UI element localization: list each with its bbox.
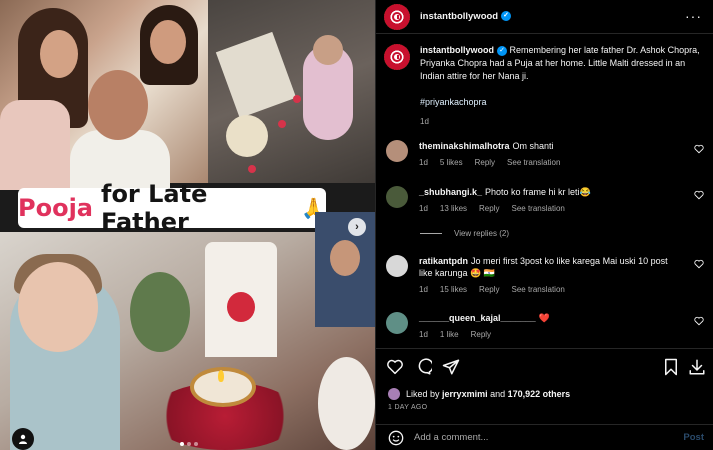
action-bar bbox=[376, 348, 713, 384]
post-title-banner: Pooja for Late Father 🙏 bbox=[18, 180, 326, 236]
likes-user[interactable]: jerryxmimi bbox=[442, 389, 488, 399]
comment-likes[interactable]: 5 likes bbox=[440, 157, 463, 169]
comment-item: theminakshimalhotra Om shanti 1d 5 likes … bbox=[386, 140, 708, 169]
heart-icon[interactable] bbox=[694, 144, 704, 154]
post-header: instantbollywood ✓ ··· bbox=[376, 0, 713, 34]
see-translation-button[interactable]: See translation bbox=[511, 203, 564, 215]
see-translation-button[interactable]: See translation bbox=[507, 157, 560, 169]
comment-item: ______queen_kajal_______ ❤️ 1d 1 like Rep… bbox=[386, 312, 708, 341]
user-icon bbox=[19, 434, 27, 444]
verified-badge-icon: ✓ bbox=[497, 45, 507, 56]
heart-icon[interactable] bbox=[694, 316, 704, 326]
post-comment-button[interactable]: Post bbox=[683, 432, 704, 443]
add-comment-bar: Post bbox=[376, 424, 713, 450]
carousel-dot bbox=[194, 442, 198, 446]
reply-button[interactable]: Reply bbox=[479, 284, 499, 296]
post-media[interactable]: Pooja for Late Father 🙏 › bbox=[0, 0, 375, 450]
avatar bbox=[388, 388, 400, 400]
heart-icon[interactable] bbox=[694, 259, 704, 269]
reply-button[interactable]: Reply bbox=[471, 329, 491, 341]
likes-summary[interactable]: Liked by jerryxmimi and 170,922 others bbox=[388, 388, 570, 400]
heart-icon[interactable] bbox=[386, 358, 404, 376]
carousel-dot bbox=[187, 442, 191, 446]
download-icon[interactable] bbox=[688, 358, 706, 376]
comment-likes[interactable]: 15 likes bbox=[440, 284, 467, 296]
hashtag-link[interactable]: #priyankachopra bbox=[420, 96, 706, 109]
heart-icon[interactable] bbox=[694, 190, 704, 200]
comment-input[interactable] bbox=[414, 432, 664, 443]
likes-middle: and bbox=[490, 389, 506, 399]
title-rest: for Late Father bbox=[101, 180, 208, 236]
comment-time: 1d bbox=[419, 204, 428, 213]
reply-button[interactable]: Reply bbox=[475, 157, 495, 169]
title-accent-word: Pooja bbox=[18, 194, 93, 222]
likes-count[interactable]: 170,922 others bbox=[508, 389, 571, 399]
comment-time: 1d bbox=[419, 330, 428, 339]
family-photo bbox=[0, 0, 208, 190]
avatar[interactable] bbox=[384, 3, 410, 30]
avatar[interactable] bbox=[384, 44, 410, 70]
carousel-dot bbox=[180, 442, 184, 446]
avatar[interactable] bbox=[386, 255, 408, 277]
comment-username[interactable]: ratikantpdn bbox=[419, 256, 468, 266]
shrine-photo bbox=[0, 212, 375, 450]
emoji-icon[interactable] bbox=[388, 430, 404, 446]
share-icon[interactable] bbox=[442, 358, 460, 376]
comment-text: Photo ko frame hi kr leti😂 bbox=[485, 187, 591, 197]
comment-username[interactable]: ______queen_kajal_______ bbox=[419, 313, 536, 323]
avatar[interactable] bbox=[386, 140, 408, 162]
comment-time: 1d bbox=[419, 285, 428, 294]
comment-username[interactable]: theminakshimalhotra bbox=[419, 141, 510, 151]
comment-text: ❤️ bbox=[538, 313, 550, 323]
see-translation-button[interactable]: See translation bbox=[511, 284, 564, 296]
more-horizontal-icon[interactable]: ··· bbox=[685, 8, 702, 24]
verified-badge-icon: ✓ bbox=[501, 11, 512, 22]
comment-time: 1d bbox=[419, 158, 428, 167]
view-replies-button[interactable]: View replies (2) bbox=[420, 229, 509, 238]
carousel-dots bbox=[180, 442, 198, 446]
puja-floor-photo bbox=[208, 0, 375, 183]
comment-item: _shubhangi.k_ Photo ko frame hi kr leti😂 … bbox=[386, 186, 708, 215]
header-username[interactable]: instantbollywood ✓ bbox=[420, 11, 512, 22]
comment-likes[interactable]: 13 likes bbox=[440, 203, 467, 215]
post-sidebar: instantbollywood ✓ ··· instantbollywood ✓ … bbox=[375, 0, 713, 450]
likes-prefix: Liked by bbox=[406, 389, 440, 399]
comment-likes[interactable]: 1 like bbox=[440, 329, 459, 341]
comment-item: ratikantpdn Jo meri first 3post ko like k… bbox=[386, 255, 708, 296]
comment-icon[interactable] bbox=[414, 358, 432, 376]
avatar[interactable] bbox=[386, 312, 408, 334]
avatar[interactable] bbox=[386, 186, 408, 208]
reply-button[interactable]: Reply bbox=[479, 203, 499, 215]
post-timestamp: 1 DAY AGO bbox=[388, 404, 428, 411]
chevron-right-icon: › bbox=[355, 221, 359, 233]
comment-text: Om shanti bbox=[512, 141, 554, 151]
caption-username[interactable]: instantbollywood bbox=[420, 45, 494, 55]
caption-time: 1d bbox=[420, 117, 429, 126]
comment-username[interactable]: _shubhangi.k_ bbox=[419, 187, 482, 197]
next-slide-button[interactable]: › bbox=[348, 218, 366, 236]
bookmark-icon[interactable] bbox=[662, 358, 680, 376]
tagged-users-button[interactable] bbox=[12, 428, 34, 450]
post-caption: instantbollywood ✓ Remembering her late f… bbox=[384, 44, 706, 128]
